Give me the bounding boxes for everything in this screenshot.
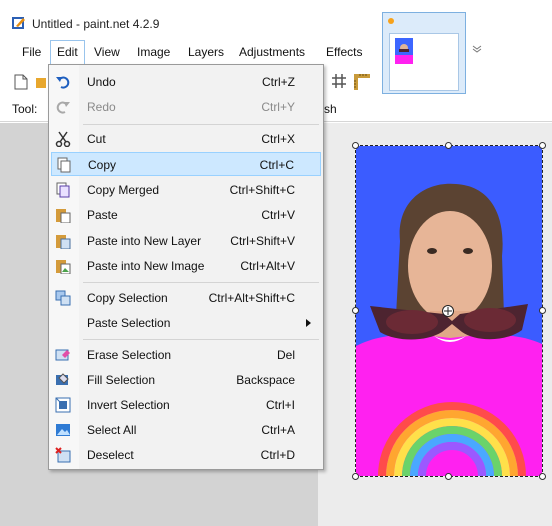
menu-separator [83, 124, 319, 125]
tool-label: Tool: [12, 102, 38, 116]
image-thumbnail-tab[interactable] [382, 12, 466, 94]
copy-selection-icon [55, 290, 71, 306]
menu-item-cut[interactable]: Cut Ctrl+X [51, 127, 321, 151]
menu-item-paste-selection[interactable]: Paste Selection [51, 311, 321, 335]
redo-icon [56, 101, 70, 114]
move-crosshair-icon[interactable] [441, 304, 455, 318]
paste-icon [56, 209, 71, 223]
selection-handle[interactable] [352, 307, 359, 314]
menu-separator [83, 282, 319, 283]
window-title: Untitled - paint.net 4.2.9 [32, 17, 160, 31]
copy-merged-icon [56, 182, 70, 198]
menu-view[interactable]: View [88, 40, 126, 64]
menu-adjustments[interactable]: Adjustments [233, 40, 311, 64]
unsaved-star-icon [388, 18, 394, 24]
menu-item-paste-new-layer[interactable]: Paste into New Layer Ctrl+Shift+V [51, 229, 321, 253]
menu-item-copy[interactable]: Copy Ctrl+C [51, 152, 321, 176]
paintnet-app-icon [12, 17, 25, 29]
menu-item-copy-merged[interactable]: Copy Merged Ctrl+Shift+C [51, 178, 321, 202]
fill-selection-icon [56, 373, 69, 385]
menu-edit[interactable]: Edit [50, 40, 85, 64]
selection-handle[interactable] [445, 473, 452, 480]
menu-item-paste-new-image[interactable]: Paste into New Image Ctrl+Alt+V [51, 254, 321, 278]
selection-handle[interactable] [352, 142, 359, 149]
edit-menu-dropdown: Undo Ctrl+Z Redo Ctrl+Y Cut Ctrl+X Copy … [48, 64, 324, 470]
submenu-arrow-icon [306, 319, 311, 327]
deselect-icon [55, 447, 71, 463]
menu-separator [83, 339, 319, 340]
image-thumbnail [389, 33, 459, 91]
title-bar: Untitled - paint.net 4.2.9 [0, 0, 380, 38]
chevron-down-icon[interactable] [472, 45, 484, 55]
paste-new-image-icon [56, 260, 71, 274]
menu-file[interactable]: File [16, 40, 47, 64]
menu-bar: File Edit View Image Layers Adjustments … [0, 40, 380, 64]
copy-icon [57, 157, 71, 173]
grid-icon[interactable] [332, 74, 346, 88]
menu-layers[interactable]: Layers [182, 40, 230, 64]
menu-item-redo[interactable]: Redo Ctrl+Y [51, 95, 321, 119]
select-all-icon [56, 424, 70, 436]
undo-icon [56, 76, 70, 89]
tool-options-text: sh [324, 102, 337, 116]
selection-handle[interactable] [539, 142, 546, 149]
open-folder-icon[interactable] [36, 76, 46, 90]
menu-item-undo[interactable]: Undo Ctrl+Z [51, 70, 321, 94]
selection-handle[interactable] [539, 473, 546, 480]
menu-item-invert-selection[interactable]: Invert Selection Ctrl+I [51, 393, 321, 417]
menu-item-fill-selection[interactable]: Fill Selection Backspace [51, 368, 321, 392]
menu-image[interactable]: Image [131, 40, 176, 64]
invert-selection-icon [55, 397, 71, 413]
erase-selection-icon [55, 349, 70, 361]
new-file-icon[interactable] [14, 74, 28, 90]
menu-item-copy-selection[interactable]: Copy Selection Ctrl+Alt+Shift+C [51, 286, 321, 310]
thumbnail-photo [395, 38, 413, 64]
ruler-icon[interactable] [354, 74, 370, 90]
menu-item-select-all[interactable]: Select All Ctrl+A [51, 418, 321, 442]
selection-handle[interactable] [445, 142, 452, 149]
selection-handle[interactable] [539, 307, 546, 314]
menu-effects[interactable]: Effects [320, 40, 368, 64]
paste-new-layer-icon [56, 235, 71, 249]
scissors-icon [55, 131, 71, 147]
menu-item-deselect[interactable]: Deselect Ctrl+D [51, 443, 321, 467]
selection-handle[interactable] [352, 473, 359, 480]
menu-item-erase-selection[interactable]: Erase Selection Del [51, 343, 321, 367]
menu-item-paste[interactable]: Paste Ctrl+V [51, 203, 321, 227]
